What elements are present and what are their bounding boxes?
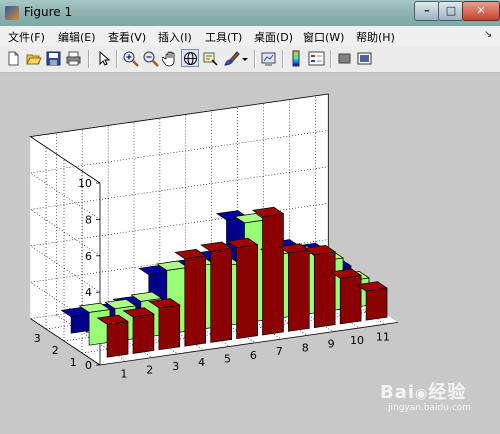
x-tick-label: 10	[350, 334, 364, 347]
title-bar: Figure 1 – □ ✕	[0, 0, 500, 26]
toolbar-separator	[254, 50, 256, 68]
y-tick-label: 1	[70, 356, 77, 369]
x-tick-label: 7	[276, 345, 283, 358]
minimize-button[interactable]: –	[414, 1, 440, 21]
figure-toolbar	[0, 46, 500, 73]
print-icon[interactable]	[65, 50, 82, 67]
bar	[262, 213, 284, 336]
close-button[interactable]: ✕	[462, 1, 500, 21]
show-plot-tools-icon[interactable]	[356, 50, 373, 67]
watermark-url: jingyan.baidu.com	[388, 403, 472, 413]
menu-desktop[interactable]: 桌面(D)	[254, 29, 293, 45]
window-title: Figure 1	[24, 5, 73, 19]
x-tick-label: 8	[302, 341, 309, 354]
toolbar-separator	[88, 50, 90, 68]
x-tick-label: 3	[172, 360, 179, 373]
new-figure-icon[interactable]	[5, 50, 22, 67]
figure-canvas[interactable]: 02468101234567891011123 Bai◉经验 jingyan.b…	[0, 73, 500, 434]
menu-help[interactable]: 帮助(H)	[356, 29, 395, 45]
rotate-3d-icon[interactable]	[181, 49, 199, 67]
x-tick-label: 1	[120, 367, 127, 380]
figure-window: Figure 1 – □ ✕ 文件(F) 编辑(E) 查看(V) 插入(I) 工…	[0, 0, 500, 434]
bar	[210, 247, 232, 343]
edit-plot-arrow-icon[interactable]	[95, 50, 112, 67]
x-tick-label: 9	[328, 338, 335, 351]
z-tick-label: 4	[85, 286, 92, 299]
data-cursor-icon[interactable]	[202, 50, 219, 67]
menu-file[interactable]: 文件(F)	[8, 29, 45, 45]
menu-insert[interactable]: 插入(I)	[158, 29, 192, 45]
toolbar-separator	[116, 50, 118, 68]
bar	[236, 244, 258, 340]
legend-icon[interactable]	[308, 50, 325, 67]
x-tick-label: 4	[198, 356, 205, 369]
zoom-out-icon[interactable]	[142, 50, 159, 67]
bar	[365, 287, 388, 321]
zoom-in-icon[interactable]	[122, 50, 139, 67]
brush-dropdown-icon[interactable]	[241, 50, 249, 67]
menu-bar: 文件(F) 编辑(E) 查看(V) 插入(I) 工具(T) 桌面(D) 窗口(W…	[0, 26, 500, 46]
z-tick-label: 10	[78, 177, 92, 190]
dock-arrow-icon[interactable]: ↘	[484, 29, 492, 40]
x-tick-label: 6	[250, 349, 257, 362]
menu-view[interactable]: 查看(V)	[108, 29, 146, 45]
y-tick-label: 2	[52, 344, 59, 357]
bar	[313, 251, 336, 329]
x-tick-label: 2	[146, 364, 153, 377]
hide-plot-tools-icon[interactable]	[336, 50, 353, 67]
z-tick-label: 0	[85, 359, 92, 372]
x-tick-label: 11	[376, 330, 390, 343]
x-tick-label: 5	[224, 353, 231, 366]
maximize-button[interactable]: □	[438, 1, 464, 21]
toolbar-separator	[330, 50, 332, 68]
y-tick-label: 3	[34, 332, 41, 345]
link-plot-icon[interactable]	[260, 50, 277, 67]
pan-hand-icon[interactable]	[162, 50, 179, 67]
bar	[288, 249, 310, 332]
z-tick-label: 8	[85, 213, 92, 226]
bar	[106, 321, 129, 358]
save-icon[interactable]	[45, 50, 62, 67]
menu-window[interactable]: 窗口(W)	[303, 29, 344, 45]
bar	[184, 255, 206, 347]
bar	[339, 274, 362, 325]
colorbar-icon[interactable]	[288, 50, 305, 67]
menu-edit[interactable]: 编辑(E)	[58, 29, 96, 45]
bar	[132, 313, 155, 354]
watermark-logo: Bai◉经验	[380, 382, 467, 403]
bar	[158, 304, 181, 351]
brush-icon[interactable]	[223, 50, 240, 67]
z-tick-label: 6	[85, 250, 92, 263]
toolbar-separator	[282, 50, 284, 68]
menu-tools[interactable]: 工具(T)	[205, 29, 242, 45]
matlab-app-icon	[5, 6, 19, 20]
open-file-icon[interactable]	[25, 50, 42, 67]
